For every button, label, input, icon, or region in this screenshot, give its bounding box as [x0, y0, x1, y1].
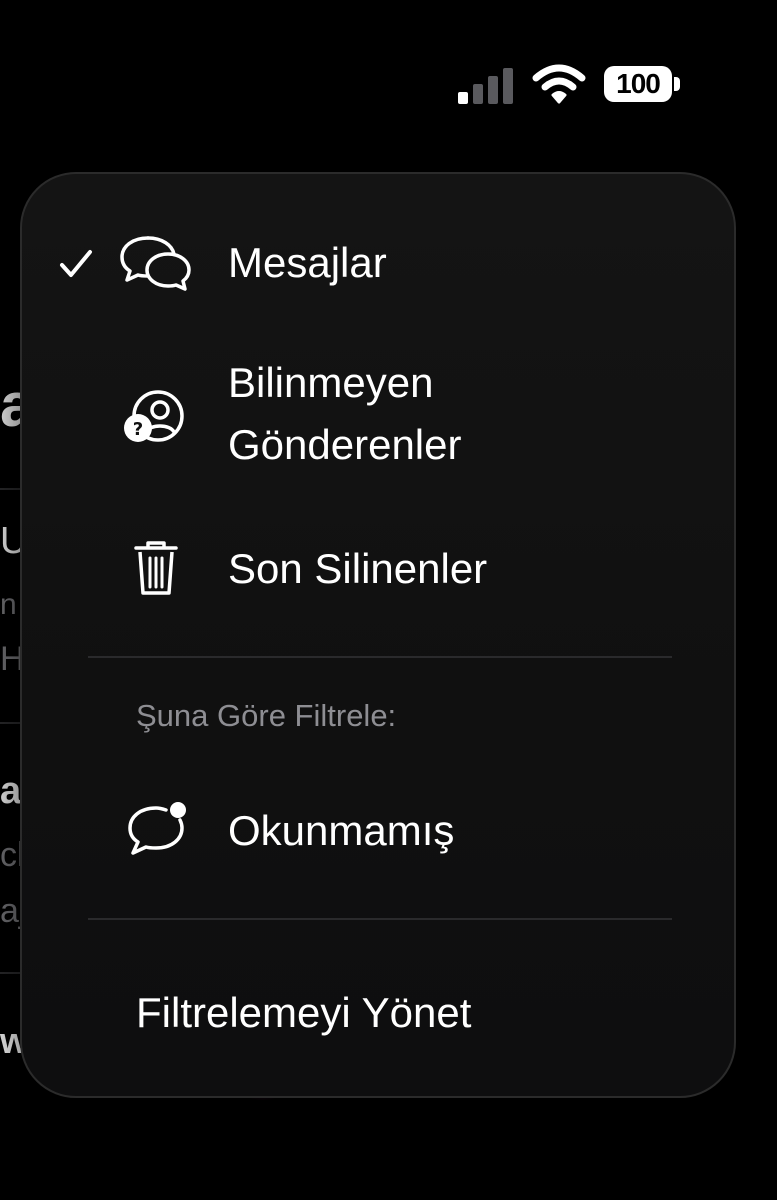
menu-item-label-line1: Bilinmeyen — [228, 359, 434, 406]
battery-indicator: 100 — [604, 66, 672, 102]
background-row-fragment: n — [0, 588, 17, 621]
wifi-icon — [532, 64, 586, 104]
manage-filtering-label: Filtrelemeyi Yönet — [136, 989, 472, 1036]
manage-filtering-button[interactable]: Filtrelemeyi Yönet — [22, 980, 734, 1046]
cellular-signal-icon — [458, 68, 513, 104]
unread-bubble-icon — [128, 802, 186, 855]
checkmark-icon — [60, 250, 92, 277]
menu-item-label: Mesajlar — [228, 239, 387, 286]
menu-item-unknown-senders[interactable]: ? Bilinmeyen Gönderenler — [22, 352, 734, 480]
unknown-person-icon: ? — [124, 390, 184, 442]
filter-section-header: Şuna Göre Filtrele: — [136, 698, 397, 733]
menu-item-label: Okunmamış — [228, 807, 455, 854]
menu-item-messages[interactable]: Mesajlar — [22, 230, 734, 296]
chat-bubbles-icon — [120, 236, 191, 291]
menu-item-label-line2: Gönderenler — [228, 421, 462, 468]
messages-screen: a U n H a cl aj we 100 — [0, 0, 777, 1200]
svg-text:?: ? — [133, 419, 143, 440]
status-bar: 100 — [0, 62, 777, 108]
menu-separator — [88, 656, 672, 658]
menu-item-label: Son Silinenler — [228, 545, 488, 592]
menu-item-recently-deleted[interactable]: Son Silinenler — [22, 536, 734, 602]
background-row-fragment: a — [0, 770, 22, 812]
battery-nub — [674, 77, 680, 91]
menu-item-unread[interactable]: Okunmamış — [22, 798, 734, 864]
menu-separator — [88, 918, 672, 920]
trash-icon — [134, 541, 178, 595]
filter-menu: Mesajlar ? Bilinmeyen Gönderenler Son Si… — [20, 172, 736, 1098]
